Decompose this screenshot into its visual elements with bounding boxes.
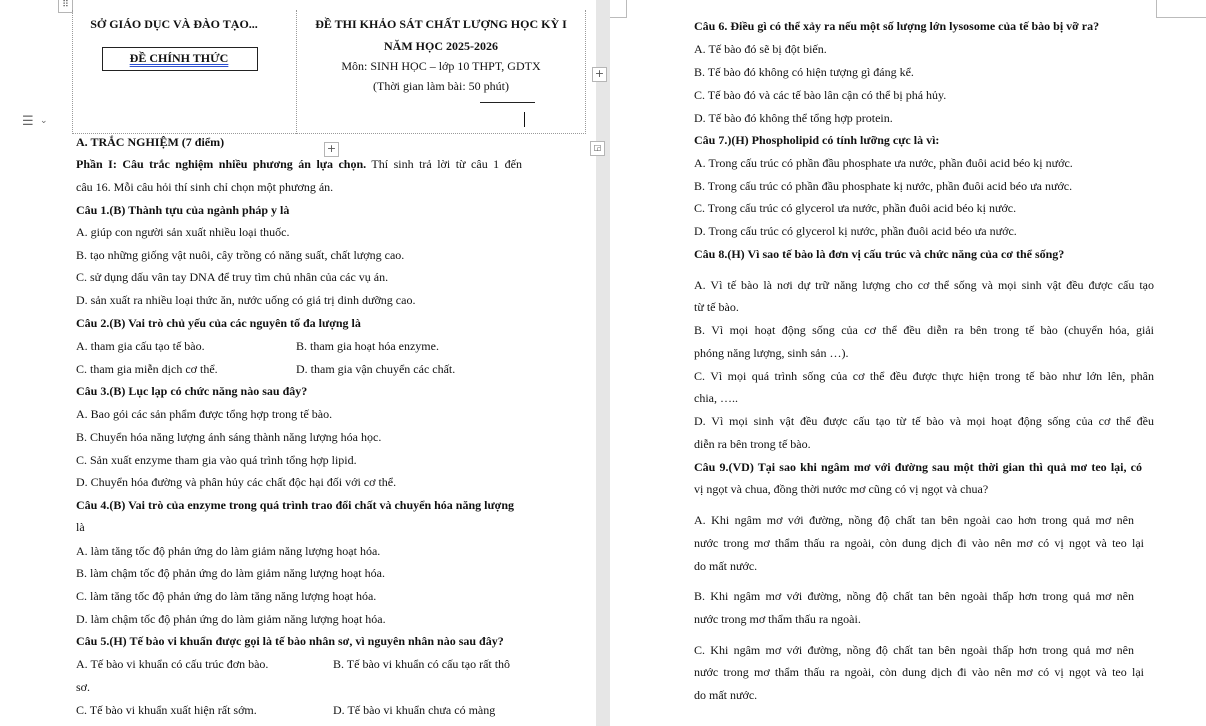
question-4-cont: là [76,520,85,534]
question-9-cont: vị ngọt và chua, đồng thời nước mơ cũng … [694,482,989,496]
exam-title: ĐỀ THI KHẢO SÁT CHẤT LƯỢNG HỌC KỲ I [315,17,567,31]
q9-option-a-cont: nước trong mơ thẩm thấu ra ngoài, còn du… [694,536,1144,550]
document-page-right[interactable]: Câu 6. Điều gì có thể xảy ra nếu một số … [610,0,1206,726]
q9-option-b-cont: nước trong mơ thẩm thấu ra ngoài. [694,612,861,626]
section-title: A. TRẮC NGHIỆM (7 điểm) [76,135,225,149]
margin-mark-right-v [1156,0,1157,18]
header-divider [480,102,535,103]
insert-column-plus-icon[interactable]: + [592,67,607,82]
document-page-left[interactable]: ⠿ ☰ ⌄ + + ◲ SỞ GIÁO DỤC VÀ ĐÀO TẠO... ĐỀ… [0,0,607,726]
header-table: SỞ GIÁO DỤC VÀ ĐÀO TẠO... ĐỀ CHÍNH THỨC … [72,10,586,134]
question-3: Câu 3.(B) Lục lạp có chức năng nào sau đ… [76,383,307,399]
q1-text: Câu 1.(B) Thành tựu của ngành pháp y là [76,203,290,217]
q7-option-d[interactable]: D. Trong cấu trúc có glycerol kị nước, p… [694,223,1017,239]
school-year: NĂM HỌC 2025-2026 [384,39,498,53]
navigation-pane-icon[interactable]: ☰ [22,114,34,129]
text-cursor [524,112,525,127]
q4-option-a[interactable]: A. làm tăng tốc độ phản ứng do làm giảm … [76,543,380,559]
question-9: Câu 9.(VD) Tại sao khi ngâm mơ với đường… [694,460,1142,474]
q6-text: Câu 6. Điều gì có thể xảy ra nếu một số … [694,19,1100,33]
q8-option-d-cont: diễn ra bên trong tế bào. [694,437,811,451]
part-line-2: câu 16. Mỗi câu hỏi thí sinh chỉ chọn mộ… [76,180,334,194]
q7-option-a[interactable]: A. Trong cấu trúc có phần đầu phosphate … [694,155,1073,171]
q9-option-c-cont: nước trong mơ thẩm thấu ra ngoài, còn du… [694,665,1144,679]
q9-option-c-cont-2: do mất nước. [694,688,758,702]
org-name: SỞ GIÁO DỤC VÀ ĐÀO TẠO... [90,17,258,31]
q5-option-d[interactable]: D. Tế bào vi khuẩn chưa có màng [333,702,495,718]
q5-option-b-cont: sơ. [76,680,91,694]
q3-option-a[interactable]: A. Bao gói các sản phẩm được tổng hợp tr… [76,406,332,422]
q6-option-c[interactable]: C. Tế bào đó và các tế bào lân cận có th… [694,87,946,103]
q9-option-a[interactable]: A. Khi ngâm mơ với đường, nồng độ chất t… [694,512,1134,528]
q6-option-b[interactable]: B. Tế bào đó không có hiện tượng gì đáng… [694,64,914,80]
q8-option-b-cont: phóng năng lượng, sinh sản …). [694,346,849,360]
q8-option-a-cont: từ tế bào. [694,300,739,314]
official-label: ĐỀ CHÍNH THỨC [102,50,256,66]
chevron-down-icon[interactable]: ⌄ [40,116,48,126]
q2-option-b[interactable]: B. tham gia hoạt hóa enzyme. [296,338,439,354]
insert-row-plus-icon[interactable]: + [324,142,339,157]
margin-mark-left [610,17,626,18]
table-move-handle-icon[interactable]: ⠿ [58,0,73,13]
table-resize-handle-icon[interactable]: ◲ [590,141,605,156]
q5-option-c[interactable]: C. Tế bào vi khuẩn xuất hiện rất sớm. [76,702,257,718]
q4-option-c[interactable]: C. làm tăng tốc độ phản ứng do làm tăng … [76,588,376,604]
q8-option-d[interactable]: D. Vì mọi sinh vật đều được cấu tạo từ t… [694,413,1154,429]
question-4: Câu 4.(B) Vai trò của enzyme trong quá t… [76,497,514,513]
q2-option-c[interactable]: C. tham gia miễn dịch cơ thể. [76,361,218,377]
margin-mark-right [1156,17,1206,18]
part-line: Phần I: Câu trắc nghiệm nhiều phương án … [76,156,522,172]
q8-text: Câu 8.(H) Vì sao tế bào là đơn vị cấu tr… [694,247,1065,261]
q4-option-b[interactable]: B. làm chậm tốc độ phản ứng do làm giảm … [76,565,385,581]
official-text: ĐỀ CHÍNH THỨC [129,51,229,65]
q9-option-a-cont-2: do mất nước. [694,559,758,573]
q9-option-b[interactable]: B. Khi ngâm mơ với đường, nồng độ chất t… [694,588,1134,604]
q6-option-d[interactable]: D. Tế bào đó không thể tổng hợp protein. [694,110,893,126]
q4-text: Câu 4.(B) Vai trò của enzyme trong quá t… [76,498,514,512]
time-line: (Thời gian làm bài: 50 phút) [373,79,509,93]
q7-text: Câu 7.)(H) Phospholipid có tính lưỡng cự… [694,133,940,147]
q3-text: Câu 3.(B) Lục lạp có chức năng nào sau đ… [76,384,308,398]
q6-option-a[interactable]: A. Tế bào đó sẽ bị đột biến. [694,41,827,57]
q5-option-a[interactable]: A. Tế bào vi khuẩn có cấu trúc đơn bào. [76,656,268,672]
q8-option-a[interactable]: A. Vì tế bào là nơi dự trữ năng lượng ch… [694,277,1154,293]
subject-line: Môn: SINH HỌC – lớp 10 THPT, GDTX [341,59,541,73]
q3-option-b[interactable]: B. Chuyển hóa năng lượng ánh sáng thành … [76,429,381,445]
part-desc: Thí sinh trả lời từ câu 1 đến [366,157,522,171]
question-8: Câu 8.(H) Vì sao tế bào là đơn vị cấu tr… [694,246,1064,262]
question-1: Câu 1.(B) Thành tựu của ngành pháp y là [76,202,289,218]
q8-option-c-cont: chia, ….. [694,391,738,405]
question-7: Câu 7.)(H) Phospholipid có tính lưỡng cự… [694,132,939,148]
q4-option-d[interactable]: D. làm chậm tốc độ phản ứng do làm giảm … [76,611,386,627]
q5-option-b[interactable]: B. Tế bào vi khuẩn có cấu tạo rất thô [333,656,510,672]
q2-option-d[interactable]: D. tham gia vận chuyển các chất. [296,361,455,377]
q9-option-c[interactable]: C. Khi ngâm mơ với đường, nồng độ chất t… [694,642,1134,658]
q7-option-c[interactable]: C. Trong cấu trúc có glycerol ưa nước, p… [694,200,1016,216]
question-2: Câu 2.(B) Vai trò chủ yếu của các nguyên… [76,315,361,331]
margin-mark-left-v [626,0,627,18]
part-title: Phần I: Câu trắc nghiệm nhiều phương án … [76,157,367,171]
q8-option-c[interactable]: C. Vì mọi quá trình sống của cơ thể đều … [694,368,1154,384]
q2-option-a[interactable]: A. tham gia cấu tạo tế bào. [76,338,205,354]
q1-option-b[interactable]: B. tạo những giống vật nuôi, cây trồng c… [76,247,404,263]
q1-option-d[interactable]: D. sản xuất ra nhiều loại thức ăn, nước … [76,292,415,308]
question-6: Câu 6. Điều gì có thể xảy ra nếu một số … [694,18,1099,34]
q3-option-c[interactable]: C. Sản xuất enzyme tham gia vào quá trìn… [76,452,357,468]
q5-text: Câu 5.(H) Tế bào vi khuẩn được gọi là tế… [76,634,504,648]
q7-option-b[interactable]: B. Trong cấu trúc có phần đầu phosphate … [694,178,1072,194]
q1-option-a[interactable]: A. giúp con người sản xuất nhiều loại th… [76,224,289,240]
q8-option-b[interactable]: B. Vì mọi hoạt động sống của cơ thể đều … [694,322,1154,338]
q1-option-c[interactable]: C. sử dụng dấu vân tay DNA để truy tìm c… [76,269,388,285]
question-5: Câu 5.(H) Tế bào vi khuẩn được gọi là tế… [76,633,504,649]
q3-option-d[interactable]: D. Chuyển hóa đường và phân hủy các chất… [76,474,396,490]
q2-text: Câu 2.(B) Vai trò chủ yếu của các nguyên… [76,316,361,330]
